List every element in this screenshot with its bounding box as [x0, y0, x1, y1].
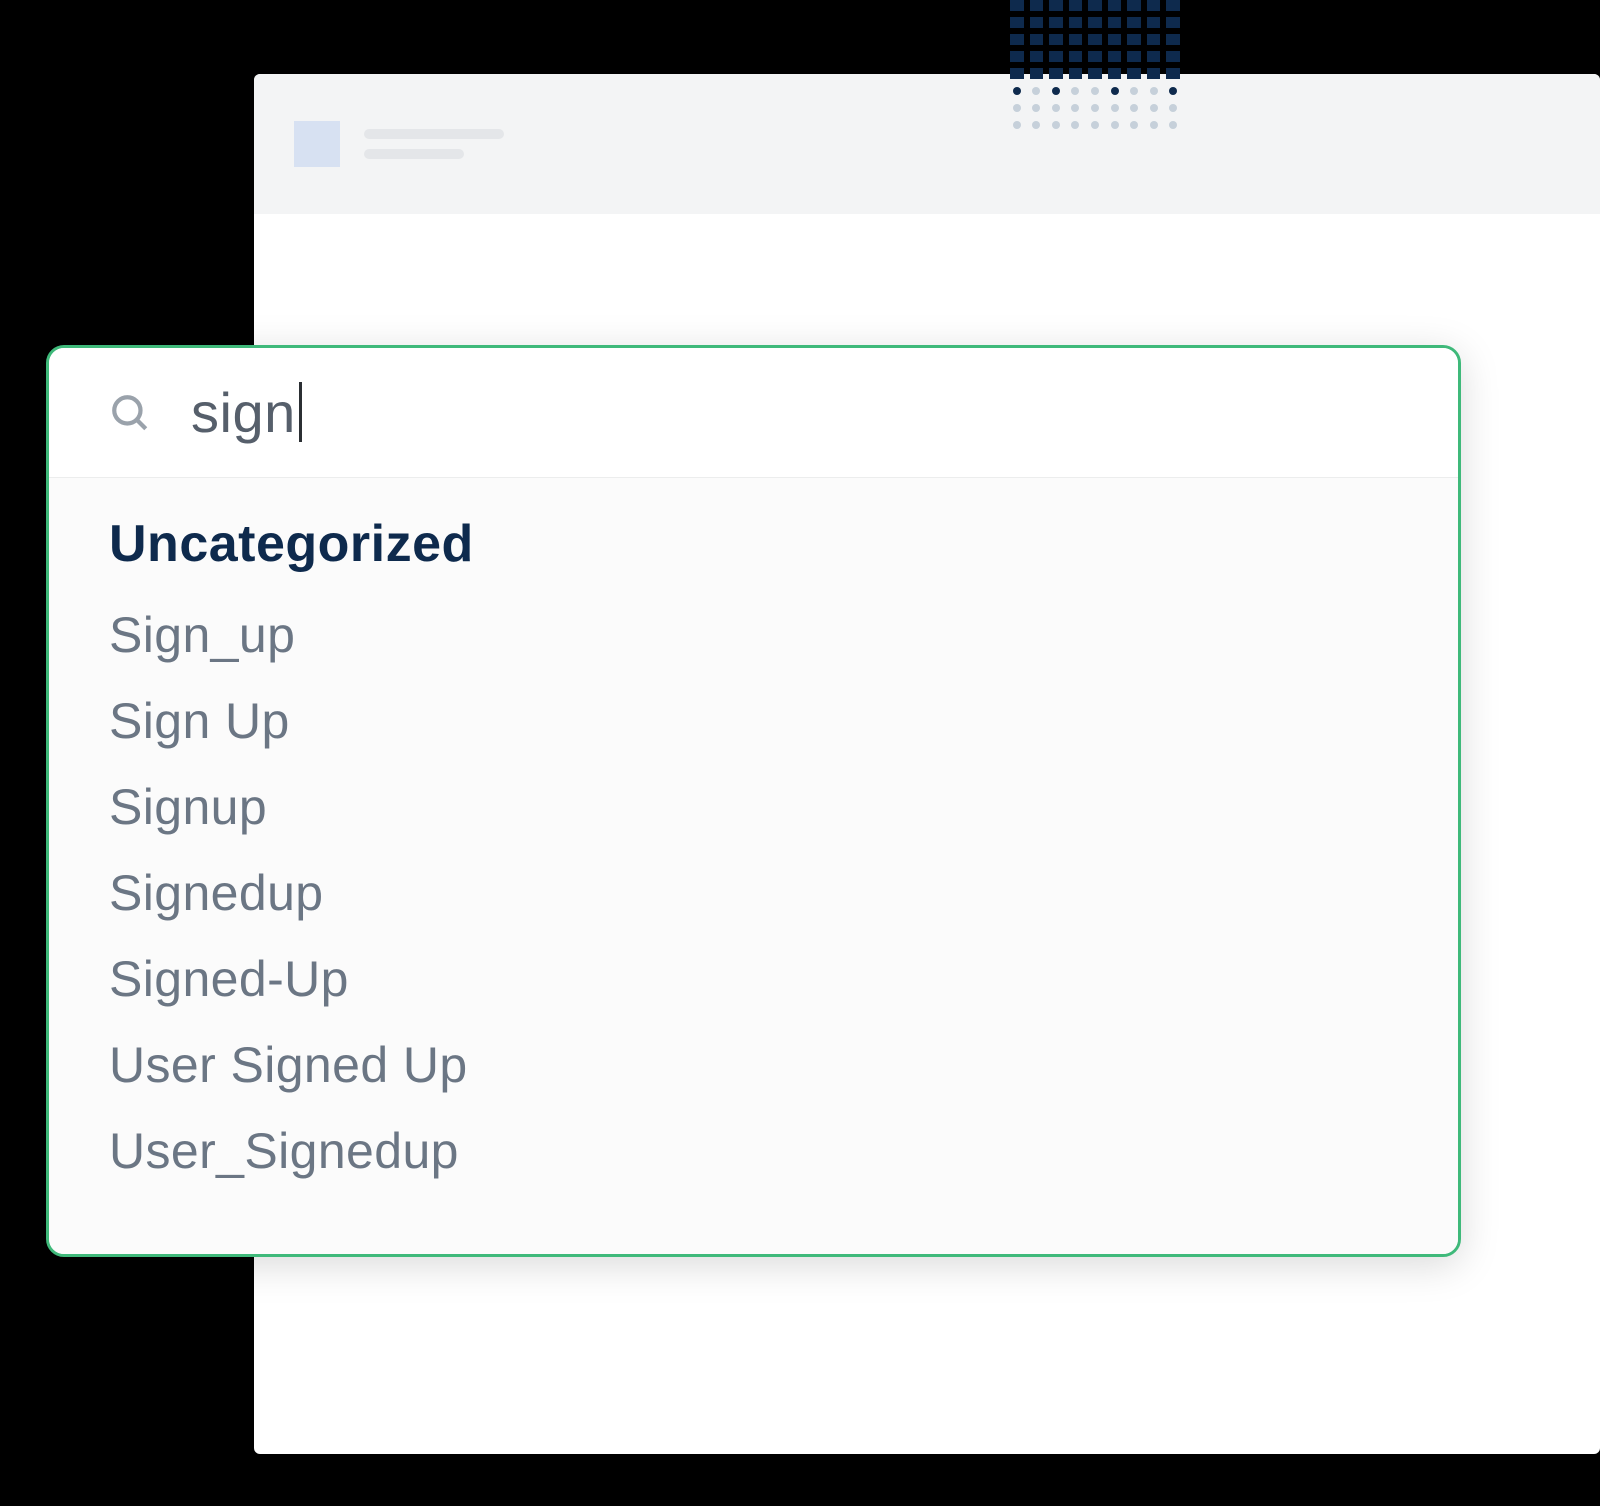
search-input[interactable]: sign [191, 380, 298, 445]
title-skeleton [364, 129, 504, 159]
result-item[interactable]: Signed-Up [109, 936, 1398, 1022]
result-item[interactable]: User Signed Up [109, 1022, 1398, 1108]
result-item[interactable]: Signup [109, 764, 1398, 850]
result-item[interactable]: Sign_up [109, 592, 1398, 678]
result-item[interactable]: Sign Up [109, 678, 1398, 764]
search-input-wrap[interactable]: sign [191, 380, 1398, 445]
search-icon [109, 392, 151, 434]
search-popover: sign Uncategorized Sign_up Sign Up Signu… [46, 345, 1461, 1257]
search-row[interactable]: sign [49, 348, 1458, 478]
results-group-header: Uncategorized [109, 514, 1398, 574]
window-titlebar [254, 74, 1600, 214]
search-results: Uncategorized Sign_up Sign Up Signup Sig… [49, 478, 1458, 1254]
result-item[interactable]: User_Signedup [109, 1108, 1398, 1194]
result-item[interactable]: Signedup [109, 850, 1398, 936]
app-logo-placeholder [294, 121, 340, 167]
